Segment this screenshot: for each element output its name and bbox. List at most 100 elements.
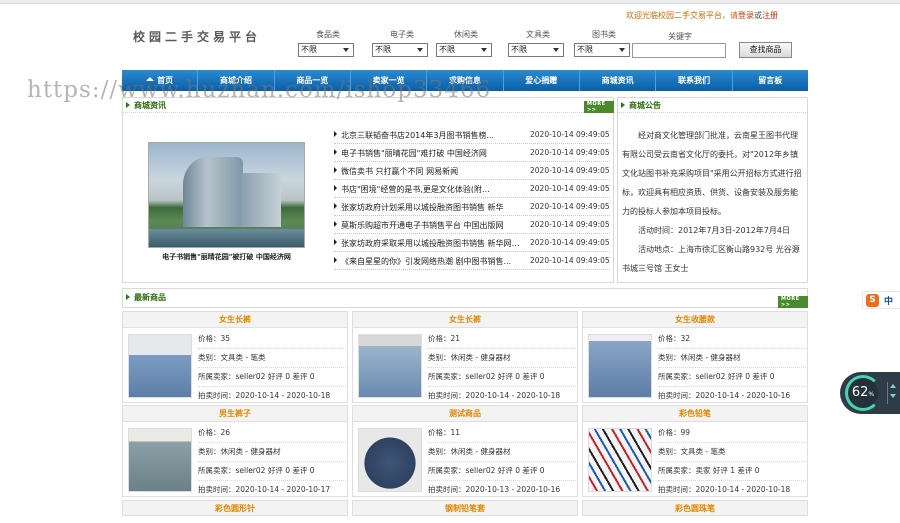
product-card[interactable]: 女生长裤 价格：35 类别：文具类 - 笔类 所属卖家：seller02 好评 … — [122, 311, 348, 403]
site-logo[interactable]: 校园二手交易平台 — [133, 28, 261, 45]
product-image[interactable] — [588, 428, 652, 492]
product-category: 类别：文具类 - 笔类 — [198, 349, 346, 368]
product-image[interactable] — [128, 334, 192, 398]
ime-toolbar[interactable]: S 中 — [862, 291, 900, 309]
search-button[interactable]: 查找商品 — [739, 42, 792, 58]
nav-guestbook[interactable]: 留言板 — [733, 70, 808, 91]
news-item-title[interactable]: 莫斯乐购超市开通电子书销售平台 中国出版网 — [341, 220, 526, 231]
notice-body: 经对商文化管理部门批准，云南星王图书代理有限公司受云南省文化厅的委托，对"201… — [622, 126, 802, 278]
ime-language: 中 — [884, 297, 894, 307]
news-item-date: 2020-10-14 09:49:05 — [530, 166, 610, 175]
news-item[interactable]: 书店"困境"经营的是书,更是文化体验(附... 2020-10-14 09:49:… — [334, 180, 610, 198]
nav-news[interactable]: 商城资讯 — [580, 70, 657, 91]
product-seller: 所属卖家：seller02 好评 0 差评 0 — [198, 368, 346, 387]
building-shape — [183, 157, 243, 227]
product-seller: 所属卖家：seller02 好评 0 差评 0 — [198, 462, 346, 481]
nav-donate[interactable]: 爱心捐赠 — [504, 70, 580, 91]
product-image[interactable] — [128, 428, 192, 492]
filter-books: 图书类 不限 — [574, 29, 634, 57]
welcome-text: 欢迎光临校园二手交易平台，请 — [626, 11, 738, 20]
product-info: 价格：11 类别：休闲类 - 健身器材 所属卖家：seller02 好评 0 差… — [428, 424, 576, 500]
product-name[interactable]: 女生收腰款 — [583, 312, 807, 328]
news-item-date: 2020-10-14 09:49:05 — [530, 202, 610, 211]
product-card[interactable]: 女生长裤 价格：21 类别：休闲类 - 健身器材 所属卖家：seller02 好… — [352, 311, 578, 403]
news-item-title[interactable]: 《来自星星的你》引发网络热潮 剧中图书销售... — [341, 256, 526, 267]
filter-stationery: 文具类 不限 — [508, 29, 568, 57]
product-image[interactable] — [358, 428, 422, 492]
product-price: 价格：11 — [428, 424, 576, 443]
speed-unit: % — [868, 391, 875, 398]
news-item-title[interactable]: 书店"困境"经营的是书,更是文化体验(附... — [341, 184, 526, 195]
products-title: 最新商品 — [134, 293, 166, 302]
product-card[interactable]: 女生收腰款 价格：32 类别：休闲类 - 健身器材 所属卖家：seller02 … — [582, 311, 808, 403]
filter-select[interactable]: 不限 — [298, 43, 354, 57]
news-item[interactable]: 《来自星星的你》引发网络热潮 剧中图书销售... 2020-10-14 09:49… — [334, 252, 610, 270]
keyword-input[interactable] — [632, 43, 726, 58]
product-category: 类别：休闲类 - 健身器材 — [198, 443, 346, 462]
product-category: 类别：休闲类 - 健身器材 — [428, 443, 576, 462]
speed-widget[interactable]: 62% — [840, 372, 900, 414]
product-category: 类别：文具类 - 笔类 — [658, 443, 806, 462]
news-item-title[interactable]: 北京三联韬奋书店2014年3月图书销售榜... — [341, 130, 526, 141]
news-more-link[interactable]: MORE >> — [584, 101, 614, 113]
news-photo[interactable] — [148, 142, 305, 248]
news-item-title[interactable]: 张家坊政府采取采用以城投融资图书销售 新华网重庆 — [341, 238, 526, 249]
product-name[interactable]: 彩色铅笔 — [583, 406, 807, 422]
product-name[interactable]: 彩色圆形针 — [122, 500, 348, 516]
news-item-title[interactable]: 张家坊政府计划采用以城投融资图书销售 新华 — [341, 202, 526, 213]
product-time: 拍卖时间：2020-10-14 - 2020-10-16 — [658, 391, 791, 400]
bullet-icon — [334, 257, 337, 263]
filter-label: 食品类 — [316, 30, 340, 39]
water-shape — [149, 229, 304, 247]
news-item[interactable]: 北京三联韬奋书店2014年3月图书销售榜... 2020-10-14 09:49:… — [334, 126, 610, 144]
filter-food: 食品类 不限 — [298, 29, 358, 57]
product-image[interactable] — [358, 334, 422, 398]
news-item-date: 2020-10-14 09:49:05 — [530, 184, 610, 193]
bullet-icon — [334, 131, 337, 137]
speed-gauge: 62% — [845, 375, 881, 411]
product-info: 价格：21 类别：休闲类 - 健身器材 所属卖家：seller02 好评 0 差… — [428, 330, 576, 406]
product-card[interactable]: 男生裤子 价格：26 类别：休闲类 - 健身器材 所属卖家：seller02 好… — [122, 405, 348, 497]
product-seller: 所属卖家：seller02 好评 0 差评 0 — [428, 368, 576, 387]
filter-select[interactable]: 不限 — [436, 43, 492, 57]
product-name[interactable]: 钢制铅笔套 — [352, 500, 578, 516]
product-name[interactable]: 男生裤子 — [123, 406, 347, 422]
news-item[interactable]: 张家坊政府计划采用以城投融资图书销售 新华 2020-10-14 09:49:05 — [334, 198, 610, 216]
transfer-indicator — [887, 382, 896, 404]
products-more-link[interactable]: MORE >> — [778, 296, 808, 308]
news-item[interactable]: 电子书销售"丽晴花园"难打破 中国经济网 2020-10-14 09:49:05 — [334, 144, 610, 162]
news-item-title[interactable]: 微信卖书 只打赢个不同 网易新闻 — [341, 166, 526, 177]
register-link[interactable]: 注册 — [762, 11, 778, 20]
product-time: 拍卖时间：2020-10-14 - 2020-10-18 — [428, 391, 561, 400]
filter-label: 休闲类 — [454, 30, 478, 39]
filter-select[interactable]: 不限 — [574, 43, 630, 57]
news-item[interactable]: 微信卖书 只打赢个不同 网易新闻 2020-10-14 09:49:05 — [334, 162, 610, 180]
filter-label: 电子类 — [390, 30, 414, 39]
news-item[interactable]: 莫斯乐购超市开通电子书销售平台 中国出版网 2020-10-14 09:49:05 — [334, 216, 610, 234]
filter-select[interactable]: 不限 — [508, 43, 564, 57]
product-seller: 所属卖家：seller02 好评 0 差评 0 — [428, 462, 576, 481]
product-card[interactable]: 彩色铅笔 价格：99 类别：文具类 - 笔类 所属卖家：卖家 好评 1 差评 0… — [582, 405, 808, 497]
news-item-date: 2020-10-14 09:49:05 — [530, 148, 610, 157]
notice-title: 商城公告 — [629, 101, 661, 110]
product-image[interactable] — [588, 334, 652, 398]
filter-select[interactable]: 不限 — [372, 43, 428, 57]
product-name[interactable]: 测试商品 — [353, 406, 577, 422]
news-item-title[interactable]: 电子书销售"丽晴花园"难打破 中国经济网 — [341, 148, 526, 159]
product-card[interactable]: 测试商品 价格：11 类别：休闲类 - 健身器材 所属卖家：seller02 好… — [352, 405, 578, 497]
login-link[interactable]: 登录 — [738, 11, 754, 20]
download-arrow-icon — [890, 394, 896, 398]
photo-caption[interactable]: 电子书销售"丽晴花园"被打破 中国经济网 — [148, 252, 305, 262]
product-time: 拍卖时间：2020-10-13 - 2020-10-16 — [428, 485, 561, 494]
news-item[interactable]: 张家坊政府采取采用以城投融资图书销售 新华网重庆 2020-10-14 09:49… — [334, 234, 610, 252]
product-name[interactable]: 女生长裤 — [123, 312, 347, 328]
nav-contact[interactable]: 联系我们 — [656, 70, 733, 91]
product-time: 拍卖时间：2020-10-14 - 2020-10-18 — [658, 485, 791, 494]
product-name[interactable]: 女生长裤 — [353, 312, 577, 328]
product-price: 价格：26 — [198, 424, 346, 443]
news-item-date: 2020-10-14 09:49:05 — [530, 256, 610, 265]
bullet-icon — [334, 239, 337, 245]
bullet-icon — [334, 185, 337, 191]
filter-label: 图书类 — [592, 30, 616, 39]
product-name[interactable]: 彩色圆珠笔 — [582, 500, 808, 516]
